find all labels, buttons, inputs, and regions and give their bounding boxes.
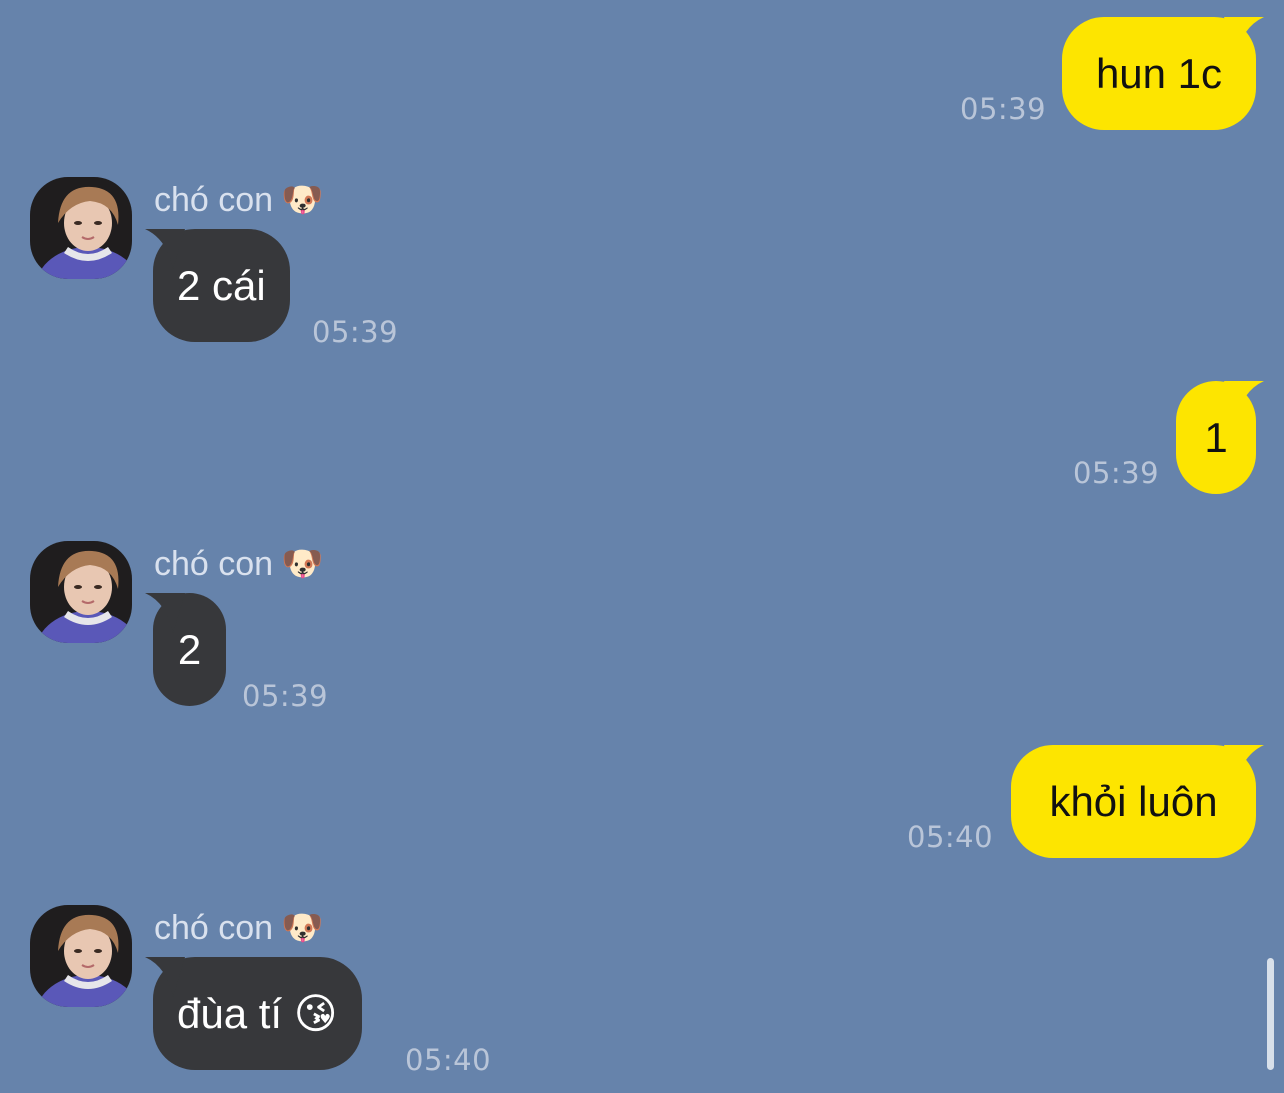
message-text: khỏi luôn	[1049, 778, 1218, 825]
message-timestamp: 05:39	[1073, 456, 1160, 490]
bubble-tail	[145, 957, 185, 997]
message-text: 2 cái	[177, 262, 266, 309]
dog-emoji-icon: 🐶	[281, 545, 324, 583]
scrollbar[interactable]	[1267, 958, 1274, 1070]
avatar[interactable]	[30, 177, 132, 279]
message-timestamp: 05:39	[242, 679, 329, 713]
sender-name: chó con 🐶	[154, 909, 324, 947]
message-timestamp: 05:40	[907, 820, 994, 854]
message-bubble[interactable]: 1	[1176, 381, 1264, 494]
message-text: hun 1c	[1095, 50, 1223, 97]
message-bubble[interactable]: 2 cái	[145, 229, 290, 342]
sender-name: chó con 🐶	[154, 181, 324, 219]
avatar-photo	[30, 905, 132, 1007]
avatar[interactable]	[30, 905, 132, 1007]
bubble-tail	[1224, 17, 1264, 57]
message-text: đùa tí 😘	[177, 990, 338, 1037]
message-bubble[interactable]: 2	[145, 593, 226, 706]
dog-emoji-icon: 🐶	[281, 909, 324, 947]
message-timestamp: 05:39	[312, 315, 399, 349]
avatar-photo	[30, 177, 132, 279]
message-text: 1	[1204, 414, 1228, 461]
bubble-tail	[145, 229, 185, 269]
message-text: 2	[177, 626, 202, 673]
dog-emoji-icon: 🐶	[281, 181, 324, 219]
bubble-tail	[1224, 381, 1264, 421]
avatar[interactable]	[30, 541, 132, 643]
message-bubble[interactable]: đùa tí 😘	[145, 957, 362, 1070]
sender-name: chó con 🐶	[154, 545, 324, 583]
bubble-tail	[1224, 745, 1264, 785]
bubble-tail	[145, 593, 185, 633]
message-timestamp: 05:39	[960, 92, 1047, 126]
message-timestamp: 05:40	[405, 1043, 492, 1077]
avatar-photo	[30, 541, 132, 643]
message-bubble[interactable]: hun 1c	[1062, 17, 1264, 130]
message-bubble[interactable]: khỏi luôn	[1011, 745, 1264, 858]
